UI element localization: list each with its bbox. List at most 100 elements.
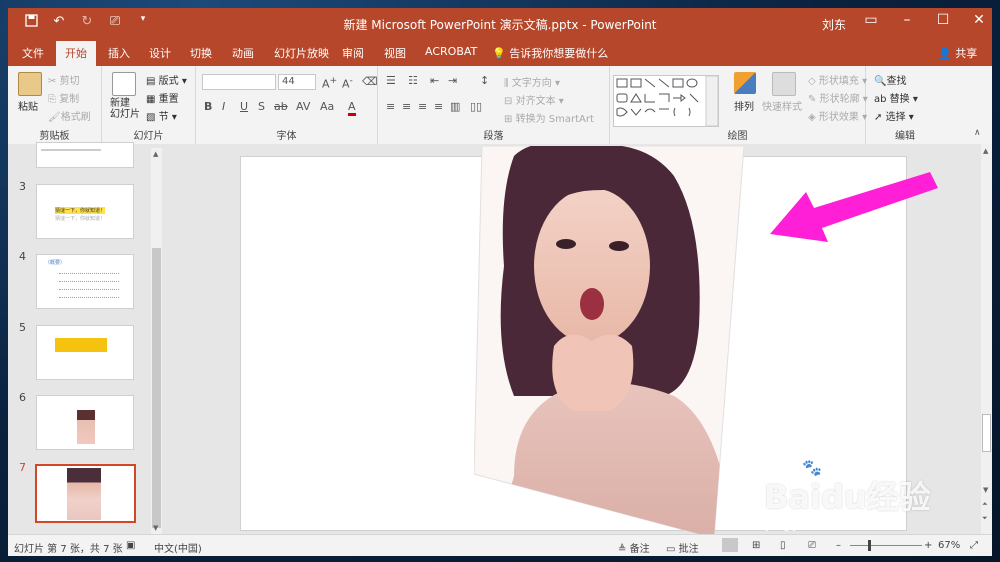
shrink-font-icon[interactable]: A-: [342, 75, 353, 91]
slide-thumbnail-6[interactable]: [36, 395, 134, 450]
format-painter-button[interactable]: 🖌格式刷: [48, 108, 91, 123]
share-button[interactable]: 👤 共享: [938, 45, 977, 61]
slideshow-view-icon[interactable]: ⎚: [808, 540, 816, 551]
align-text-button[interactable]: ⊟ 对齐文本 ▾: [504, 92, 564, 107]
change-case-icon[interactable]: Aa: [320, 100, 334, 113]
bullets-icon[interactable]: ☰: [386, 74, 396, 87]
section-button[interactable]: ▧ 节 ▾: [146, 108, 177, 123]
text-direction-button[interactable]: ⫼ 文字方向 ▾: [504, 74, 560, 89]
notes-button[interactable]: ≜ 备注: [618, 540, 650, 555]
slide-thumbnail-7[interactable]: [35, 464, 136, 523]
char-spacing-icon[interactable]: AV: [296, 100, 310, 113]
replace-button[interactable]: ab 替换 ▾: [874, 90, 918, 105]
rotated-photo[interactable]: [474, 146, 744, 546]
scroll-down-icon[interactable]: ▼: [153, 524, 158, 532]
underline-icon[interactable]: U: [240, 100, 248, 113]
tab-acrobat[interactable]: ACROBAT: [425, 45, 477, 58]
tab-review[interactable]: 审阅: [342, 45, 364, 61]
slide-sorter-icon[interactable]: ⊞: [752, 540, 760, 551]
slide-thumbnail-4[interactable]: （概要）: [36, 254, 134, 309]
scroll-up-icon[interactable]: ▲: [983, 147, 988, 155]
normal-view-icon[interactable]: [722, 538, 738, 552]
distributed-icon[interactable]: ▥: [450, 100, 460, 113]
cut-button[interactable]: ✂ 剪切: [48, 72, 80, 87]
shapes-gallery[interactable]: [613, 75, 719, 127]
new-slide-button[interactable]: 新建 幻灯片: [110, 98, 140, 120]
find-button[interactable]: 🔍查找: [874, 72, 906, 87]
thumbnail-scrollbar[interactable]: ▲ ▼: [151, 148, 162, 534]
tell-me-search[interactable]: 💡 告诉我你想要做什么: [492, 45, 608, 61]
user-name[interactable]: 刘东: [822, 16, 846, 33]
maximize-icon[interactable]: ☐: [934, 12, 952, 28]
scroll-thumb[interactable]: [982, 414, 991, 452]
tab-view[interactable]: 视图: [384, 45, 406, 61]
numbering-icon[interactable]: ☷: [408, 74, 418, 87]
shadow-icon[interactable]: S: [258, 100, 265, 113]
slide-thumbnail[interactable]: [36, 142, 134, 168]
align-left-icon[interactable]: ≡: [386, 100, 395, 113]
scroll-thumb[interactable]: [152, 248, 161, 528]
ribbon-display-options-icon[interactable]: ▭: [862, 12, 880, 28]
reset-button[interactable]: ▦ 重置: [146, 90, 179, 105]
collapse-ribbon-icon[interactable]: ∧: [974, 128, 981, 138]
shape-outline-button[interactable]: ✎ 形状轮廓 ▾: [808, 90, 868, 105]
decrease-indent-icon[interactable]: ⇤: [430, 74, 439, 87]
tab-home[interactable]: 开始: [56, 41, 96, 66]
italic-icon[interactable]: I: [222, 100, 225, 113]
zoom-slider-thumb[interactable]: [868, 540, 871, 551]
close-icon[interactable]: ✕: [970, 12, 988, 28]
tab-slideshow[interactable]: 幻灯片放映: [274, 45, 329, 61]
shape-fill-button[interactable]: ◇ 形状填充 ▾: [808, 72, 867, 87]
slide-thumbnail-5[interactable]: [36, 325, 134, 380]
tab-file[interactable]: 文件: [22, 45, 44, 61]
language-indicator[interactable]: 中文(中国): [154, 540, 202, 555]
select-button[interactable]: ➚ 选择 ▾: [874, 108, 914, 123]
zoom-out-icon[interactable]: –: [836, 540, 841, 551]
comments-button[interactable]: ▭ 批注: [666, 540, 699, 555]
tab-insert[interactable]: 插入: [108, 45, 130, 61]
slide-thumbnail-3[interactable]: 猜谜一下，你就知道！ 猜谜一下，你就知道！: [36, 184, 134, 239]
spelling-icon[interactable]: ▣: [126, 540, 135, 551]
minimize-icon[interactable]: –: [898, 12, 916, 28]
tab-transitions[interactable]: 切换: [190, 45, 212, 61]
paste-button[interactable]: 粘贴: [18, 98, 38, 113]
font-size-combo[interactable]: 44: [278, 74, 316, 90]
zoom-level[interactable]: 67%: [938, 540, 960, 551]
arrange-icon[interactable]: [734, 72, 756, 94]
zoom-slider[interactable]: [850, 545, 922, 546]
bold-icon[interactable]: B: [204, 100, 212, 113]
quick-styles-icon[interactable]: [772, 72, 796, 96]
slide-scrollbar[interactable]: ▲ ▼ ⏶ ⏷: [981, 144, 992, 534]
new-slide-icon[interactable]: [112, 72, 136, 96]
shape-effects-button[interactable]: ◈ 形状效果 ▾: [808, 108, 867, 123]
columns-icon[interactable]: ▯▯: [470, 100, 482, 113]
grow-font-icon[interactable]: A+: [322, 75, 337, 91]
increase-indent-icon[interactable]: ⇥: [448, 74, 457, 87]
tell-me-label: 告诉我你想要做什么: [509, 47, 609, 60]
strikethrough-icon[interactable]: ab: [274, 100, 288, 113]
shape-fill-label: 形状填充: [818, 76, 859, 87]
quick-styles-button[interactable]: 快速样式: [762, 98, 802, 113]
font-name-combo[interactable]: [202, 74, 276, 90]
right-eye: [609, 241, 629, 251]
scroll-down-icon[interactable]: ▼: [983, 486, 988, 494]
paste-icon[interactable]: [18, 72, 42, 96]
copy-button[interactable]: ⎘ 复制: [48, 90, 79, 105]
font-color-icon[interactable]: A: [348, 100, 356, 116]
smartart-button[interactable]: ⊞ 转换为 SmartArt: [504, 110, 594, 125]
align-center-icon[interactable]: ≡: [402, 100, 411, 113]
zoom-in-icon[interactable]: +: [924, 540, 932, 551]
reading-view-icon[interactable]: ▯: [780, 540, 786, 551]
clear-format-icon[interactable]: ⌫: [362, 75, 378, 88]
tab-design[interactable]: 设计: [149, 45, 171, 61]
align-right-icon[interactable]: ≡: [418, 100, 427, 113]
previous-slide-icon[interactable]: ⏶: [982, 500, 988, 509]
arrange-button[interactable]: 排列: [734, 98, 754, 113]
fit-to-window-icon[interactable]: ⤢: [970, 540, 978, 551]
scroll-up-icon[interactable]: ▲: [153, 150, 158, 158]
layout-button[interactable]: ▤ 版式 ▾: [146, 72, 187, 87]
justify-icon[interactable]: ≡: [434, 100, 443, 113]
tab-animations[interactable]: 动画: [232, 45, 254, 61]
next-slide-icon[interactable]: ⏷: [982, 514, 988, 523]
line-spacing-icon[interactable]: ↕: [480, 74, 489, 87]
